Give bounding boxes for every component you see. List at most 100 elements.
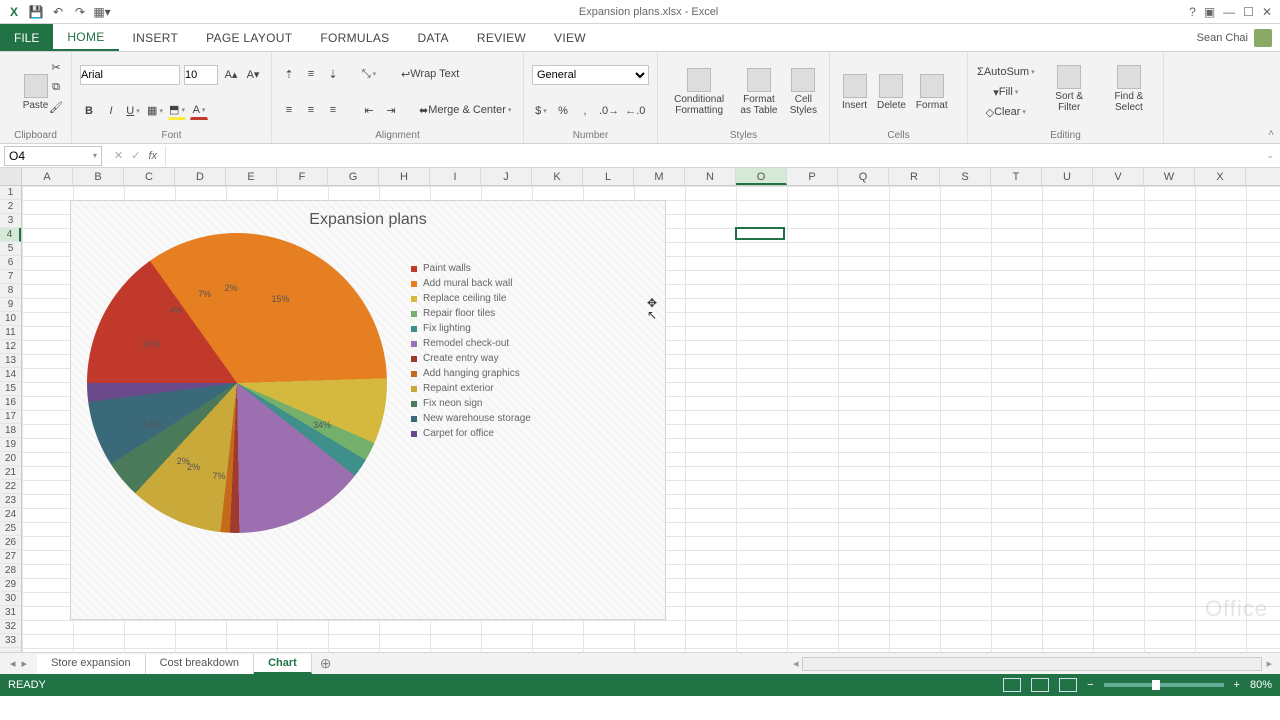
row-header[interactable]: 26 xyxy=(0,536,21,550)
zoom-slider[interactable] xyxy=(1104,683,1224,687)
row-header[interactable]: 32 xyxy=(0,620,21,634)
add-sheet-button[interactable]: ⊕ xyxy=(312,655,340,672)
tab-review[interactable]: REVIEW xyxy=(463,24,540,51)
sheet-tab[interactable]: Chart xyxy=(254,654,312,674)
row-header[interactable]: 30 xyxy=(0,592,21,606)
tab-file[interactable]: FILE xyxy=(0,24,53,51)
save-icon[interactable]: 💾 xyxy=(28,4,44,20)
row-header[interactable]: 13 xyxy=(0,354,21,368)
row-header[interactable]: 3 xyxy=(0,214,21,228)
tab-formulas[interactable]: FORMULAS xyxy=(306,24,403,51)
decrease-indent-icon[interactable]: ⇤ xyxy=(360,101,378,119)
zoom-level[interactable]: 80% xyxy=(1250,679,1272,691)
wrap-text-button[interactable]: ↩ Wrap Text xyxy=(400,65,460,83)
row-header[interactable]: 4 xyxy=(0,228,21,242)
tab-page-layout[interactable]: PAGE LAYOUT xyxy=(192,24,306,51)
column-header[interactable]: D xyxy=(175,168,226,185)
column-header[interactable]: O xyxy=(736,168,787,185)
bold-button[interactable]: B xyxy=(80,102,98,120)
row-header[interactable]: 8 xyxy=(0,284,21,298)
column-header[interactable]: U xyxy=(1042,168,1093,185)
cell-grid[interactable]: Expansion plans 15%34%7%2%2%14%10%4%7%2%… xyxy=(22,186,1280,652)
currency-icon[interactable]: $ xyxy=(532,102,550,120)
ribbon-options-icon[interactable]: ▣ xyxy=(1204,5,1215,19)
row-header[interactable]: 24 xyxy=(0,508,21,522)
row-header[interactable]: 27 xyxy=(0,550,21,564)
tab-insert[interactable]: INSERT xyxy=(119,24,193,51)
format-cells-button[interactable]: Format xyxy=(912,72,952,113)
select-all-corner[interactable] xyxy=(0,168,22,185)
collapse-ribbon-icon[interactable]: ˄ xyxy=(1268,128,1274,139)
delete-cells-button[interactable]: Delete xyxy=(873,72,910,113)
page-break-view-icon[interactable] xyxy=(1059,678,1077,692)
insert-cells-button[interactable]: Insert xyxy=(838,72,871,113)
align-center-icon[interactable]: ≡ xyxy=(302,101,320,119)
close-icon[interactable]: ✕ xyxy=(1262,5,1272,19)
row-header[interactable]: 28 xyxy=(0,564,21,578)
row-header[interactable]: 15 xyxy=(0,382,21,396)
row-header[interactable]: 20 xyxy=(0,452,21,466)
column-header[interactable]: K xyxy=(532,168,583,185)
format-as-table-button[interactable]: Format as Table xyxy=(734,66,783,118)
column-header[interactable]: V xyxy=(1093,168,1144,185)
increase-indent-icon[interactable]: ⇥ xyxy=(382,101,400,119)
column-header[interactable]: L xyxy=(583,168,634,185)
tab-data[interactable]: DATA xyxy=(403,24,462,51)
align-top-icon[interactable]: ⇡ xyxy=(280,65,298,83)
row-header[interactable]: 33 xyxy=(0,634,21,648)
embedded-chart[interactable]: Expansion plans 15%34%7%2%2%14%10%4%7%2%… xyxy=(70,200,666,620)
row-header[interactable]: 9 xyxy=(0,298,21,312)
column-header[interactable]: A xyxy=(22,168,73,185)
row-header[interactable]: 5 xyxy=(0,242,21,256)
find-select-button[interactable]: Find & Select xyxy=(1103,63,1155,115)
tab-view[interactable]: VIEW xyxy=(540,24,600,51)
merge-center-button[interactable]: ⬌ Merge & Center xyxy=(418,101,512,119)
orientation-icon[interactable]: ⤡ xyxy=(360,65,378,83)
column-header[interactable]: B xyxy=(73,168,124,185)
help-icon[interactable]: ? xyxy=(1189,5,1196,19)
percent-icon[interactable]: % xyxy=(554,102,572,120)
font-size-input[interactable] xyxy=(184,65,218,85)
sheet-tab[interactable]: Store expansion xyxy=(37,654,146,674)
border-button[interactable]: ▦ xyxy=(146,102,164,120)
row-header[interactable]: 17 xyxy=(0,410,21,424)
qat-customize-icon[interactable]: ▦▾ xyxy=(94,4,110,20)
decrease-font-icon[interactable]: A▾ xyxy=(244,66,262,84)
font-name-input[interactable] xyxy=(80,65,180,85)
font-color-button[interactable]: A xyxy=(190,102,208,120)
increase-font-icon[interactable]: A▴ xyxy=(222,66,240,84)
column-header[interactable]: Q xyxy=(838,168,889,185)
row-header[interactable]: 29 xyxy=(0,578,21,592)
sheet-tab[interactable]: Cost breakdown xyxy=(146,654,255,674)
user-account[interactable]: Sean Chai xyxy=(1197,24,1280,51)
comma-icon[interactable]: , xyxy=(576,102,594,120)
column-header[interactable]: S xyxy=(940,168,991,185)
zoom-in-icon[interactable]: + xyxy=(1234,679,1240,691)
column-header[interactable]: I xyxy=(430,168,481,185)
normal-view-icon[interactable] xyxy=(1003,678,1021,692)
conditional-formatting-button[interactable]: Conditional Formatting xyxy=(666,66,732,118)
row-header[interactable]: 18 xyxy=(0,424,21,438)
column-header[interactable]: N xyxy=(685,168,736,185)
row-headers[interactable]: 1234567891011121314151617181920212223242… xyxy=(0,186,22,652)
cut-icon[interactable]: ✂ xyxy=(47,58,65,76)
name-box[interactable]: O4 xyxy=(4,146,102,166)
formula-input[interactable] xyxy=(165,146,1260,166)
column-header[interactable]: C xyxy=(124,168,175,185)
row-header[interactable]: 10 xyxy=(0,312,21,326)
row-header[interactable]: 23 xyxy=(0,494,21,508)
column-header[interactable]: M xyxy=(634,168,685,185)
number-format-select[interactable]: General xyxy=(532,65,649,85)
row-header[interactable]: 11 xyxy=(0,326,21,340)
fill-color-button[interactable]: ⬒ xyxy=(168,102,186,120)
align-middle-icon[interactable]: ≡ xyxy=(302,65,320,83)
row-header[interactable]: 31 xyxy=(0,606,21,620)
expand-formula-bar-icon[interactable]: ⌄ xyxy=(1260,150,1280,161)
column-header[interactable]: W xyxy=(1144,168,1195,185)
row-header[interactable]: 25 xyxy=(0,522,21,536)
column-header[interactable]: X xyxy=(1195,168,1246,185)
row-header[interactable]: 6 xyxy=(0,256,21,270)
column-header[interactable]: J xyxy=(481,168,532,185)
column-header[interactable]: G xyxy=(328,168,379,185)
minimize-icon[interactable]: — xyxy=(1223,5,1235,19)
